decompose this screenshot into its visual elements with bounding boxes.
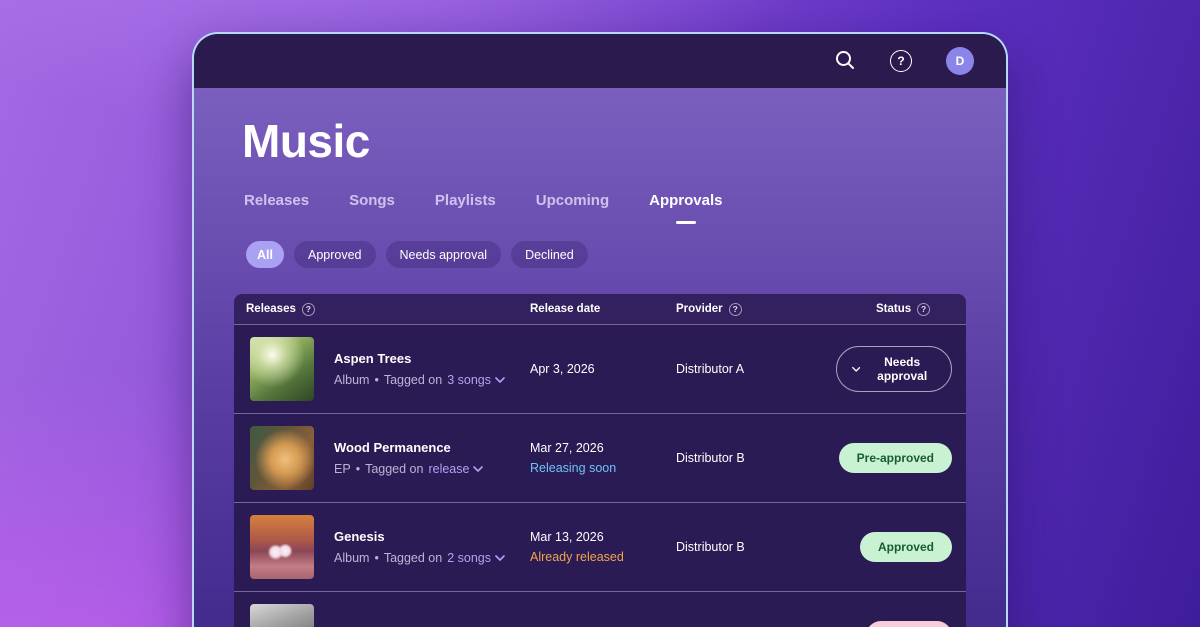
table-row: Wood Permanence EP • Tagged on release M… [234,413,966,502]
meta-bullet: • [374,373,379,387]
table-row: Genesis Album • Tagged on 2 songs Mar 13… [234,502,966,591]
page-title: Music [242,115,370,167]
app-window: ? D Music Releases Songs Playlists Upcom… [192,32,1008,627]
column-header-release-date-label: Release date [530,303,601,315]
tab-songs[interactable]: Songs [349,192,395,209]
release-date-cell: Mar 13, 2026 Already released [530,530,676,564]
release-cell: Aspen Trees Album • Tagged on 3 songs [234,337,530,401]
release-date: Apr 3, 2026 [530,362,595,376]
status-cell: Approved [836,532,966,562]
release-date: Mar 13, 2026 [530,530,604,544]
status-cell: Needs approval [836,346,966,392]
provider-cell: Distributor B [676,540,745,554]
status-badge: Approved [859,532,952,562]
status-help-icon[interactable]: ? [917,302,931,316]
release-info: Genesis Album • Tagged on 2 songs [334,529,505,565]
release-info: Wood Permanence EP • Tagged on release [334,440,484,476]
status-label: Needs approval [877,355,928,383]
release-date-cell: Mar 27, 2026 Releasing soon [530,441,676,475]
help-button[interactable]: ? [890,50,912,72]
avatar[interactable]: D [946,47,974,75]
already-released-note: Already released [530,550,624,564]
release-date-cell: Apr 3, 2026 [530,362,676,376]
provider-help-icon[interactable]: ? [728,302,742,316]
column-header-provider: Provider ? [676,302,836,316]
tagged-on-text: Tagged on [365,462,424,476]
release-meta: EP • Tagged on release [334,462,484,476]
column-header-releases: Releases ? [234,302,530,316]
provider-cell: Distributor A [676,362,745,376]
release-meta: Album • Tagged on 3 songs [334,373,505,387]
column-header-status-label: Status [876,303,912,315]
releases-table: Releases ? Release date Provider ? Statu… [234,294,966,627]
tagged-release-link-label: release [428,462,470,476]
column-header-provider-label: Provider [676,303,723,315]
tagged-songs-link-label: 3 songs [447,373,491,387]
filter-chip-bar: All Approved Needs approval Declined [246,241,966,268]
status-dropdown-button[interactable]: Needs approval [836,346,952,392]
search-icon [834,49,856,74]
help-icon: ? [890,50,912,72]
release-info: Aspen Trees Album • Tagged on 3 songs [334,351,505,387]
column-header-releases-label: Releases [246,303,296,315]
meta-bullet: • [355,462,361,476]
filter-chip-all[interactable]: All [246,241,284,268]
releases-help-icon[interactable]: ? [301,302,315,316]
tagged-on-text: Tagged on [383,551,443,565]
tagged-songs-link[interactable]: 3 songs [447,373,505,387]
table-header-row: Releases ? Release date Provider ? Statu… [234,294,966,324]
search-button[interactable] [834,49,856,74]
main-content: Music Releases Songs Playlists Upcoming … [194,114,1006,627]
tagged-on-text: Tagged on [383,373,443,387]
filter-chip-declined[interactable]: Declined [511,241,588,268]
filter-chip-approved[interactable]: Approved [293,241,376,268]
tab-approvals[interactable]: Approvals [649,192,722,209]
chevron-down-icon [495,377,505,383]
tab-releases[interactable]: Releases [244,192,309,209]
birds-sunset-album-art [250,515,314,579]
tagged-songs-link[interactable]: 2 songs [447,551,505,565]
status-badge: Declined [865,621,952,627]
chevron-down-icon [852,366,861,372]
meta-bullet: • [374,551,379,565]
status-cell: Pre-approved [836,443,966,473]
tab-playlists[interactable]: Playlists [435,192,496,209]
release-cell: Taste of Rain [234,604,530,627]
release-kind: EP [334,462,351,476]
release-cell: Wood Permanence EP • Tagged on release [234,426,530,490]
tab-bar: Releases Songs Playlists Upcoming Approv… [244,192,966,209]
desktop-background: ? D Music Releases Songs Playlists Upcom… [0,0,1200,627]
release-kind: Album [334,551,370,565]
release-cell: Genesis Album • Tagged on 2 songs [234,515,530,579]
column-header-status: Status ? [836,302,966,316]
chevron-down-icon [495,555,505,561]
release-title: Genesis [334,529,385,544]
release-title: Aspen Trees [334,351,412,366]
release-date: Mar 27, 2026 [530,441,604,455]
tagged-release-link[interactable]: release [428,462,484,476]
status-badge: Pre-approved [838,443,952,473]
tab-upcoming[interactable]: Upcoming [536,192,609,209]
chevron-down-icon [473,466,484,472]
table-row: Taste of Rain Mar 27, 2026 Licensor A De… [234,591,966,627]
topbar: ? D [194,34,1006,88]
releasing-soon-note: Releasing soon [530,461,617,475]
bread-basket-album-art [250,426,314,490]
table-row: Aspen Trees Album • Tagged on 3 songs Ap… [234,324,966,413]
bw-field-album-art [250,604,314,627]
filter-chip-needs-approval[interactable]: Needs approval [385,241,502,268]
column-header-release-date: Release date [530,303,676,315]
provider-cell: Distributor B [676,451,745,465]
forest-sunlight-album-art [250,337,314,401]
tagged-songs-link-label: 2 songs [447,551,491,565]
release-title: Wood Permanence [334,440,451,455]
status-cell: Declined [836,621,966,627]
release-kind: Album [334,373,370,387]
release-meta: Album • Tagged on 2 songs [334,551,505,565]
